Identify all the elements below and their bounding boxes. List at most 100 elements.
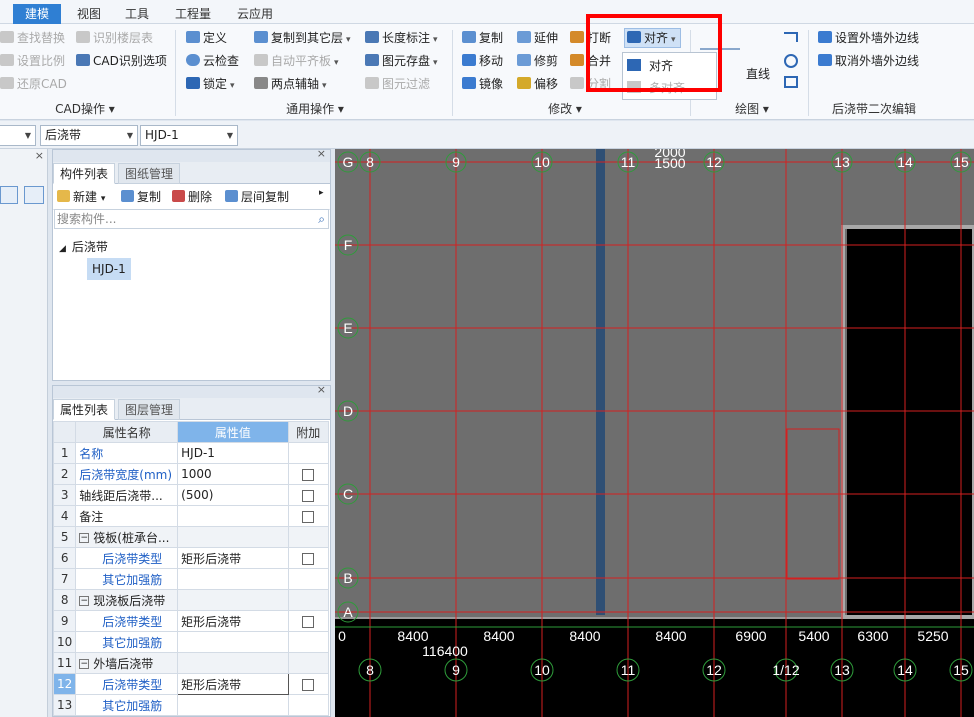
tab-quantity[interactable]: 工程量 (172, 4, 214, 24)
define-button[interactable]: 定义 (186, 28, 227, 48)
polyline-icon[interactable] (784, 32, 798, 42)
property-value[interactable]: HJD-1 (177, 442, 289, 464)
two-point-aux-axis-button[interactable]: 两点辅轴 ▾ (254, 74, 327, 94)
component-type-select[interactable]: 后浇带 ▼ (40, 125, 138, 146)
property-extra (287, 694, 330, 716)
tab-modeling[interactable]: 建模 (13, 4, 61, 24)
property-value[interactable] (177, 505, 289, 527)
tab-cloud[interactable]: 云应用 (234, 4, 276, 24)
axis-label: 11 (621, 662, 636, 678)
table-row[interactable]: 12 后浇带类型 矩形后浇带 (53, 673, 330, 695)
copy-component-button[interactable]: 复制 (121, 188, 161, 205)
scale-icon (0, 54, 14, 66)
row-number: 12 (53, 673, 77, 695)
drawing-canvas[interactable]: G F E D C B A 8 9 10 11 12 13 14 15 2000 1500 0 8400 8400 84… (335, 149, 974, 717)
table-row[interactable]: 9 后浇带类型 矩形后浇带 (53, 610, 330, 632)
table-row[interactable]: 7 其它加强筋 (53, 568, 330, 590)
find-replace-button[interactable]: 查找替换 (0, 28, 65, 48)
property-extra (287, 442, 330, 464)
property-value[interactable] (177, 631, 289, 653)
element-save-button[interactable]: 图元存盘 ▾ (365, 51, 438, 71)
close-icon[interactable]: × (35, 149, 44, 162)
tab-layer-management[interactable]: 图层管理 (118, 399, 181, 420)
floor-select[interactable]: ▼ (0, 125, 36, 146)
table-row[interactable]: 10 其它加强筋 (53, 631, 330, 653)
cad-drawing[interactable]: GFEDCBA8 9 10 11 12 13 14 15200015000 8400 8400 84… (335, 149, 974, 717)
axis-label: 10 (534, 154, 550, 170)
close-icon[interactable]: × (317, 386, 326, 396)
axis-label: A (343, 604, 353, 620)
auto-flush-slab-button[interactable]: 自动平齐板 ▾ (254, 51, 339, 71)
attach-checkbox[interactable] (302, 552, 315, 565)
collapse-icon[interactable]: − (79, 659, 90, 669)
table-row[interactable]: 1 名称 HJD-1 (53, 442, 330, 464)
table-row[interactable]: 2 后浇带宽度(mm) 1000 (53, 463, 330, 485)
tab-drawing-management[interactable]: 图纸管理 (118, 163, 181, 184)
axis-label: 12 (706, 662, 722, 678)
attach-checkbox[interactable] (302, 615, 315, 628)
attach-checkbox[interactable] (302, 489, 315, 502)
property-extra (287, 547, 330, 569)
collapse-icon[interactable]: − (79, 596, 90, 606)
table-row[interactable]: 6 后浇带类型 矩形后浇带 (53, 547, 330, 569)
collapse-icon[interactable]: − (79, 533, 90, 543)
trim-button[interactable]: 修剪 (517, 51, 558, 71)
copy-to-other-floor-button[interactable]: 复制到其它层 ▾ (254, 28, 351, 48)
mirror-button[interactable]: 镜像 (462, 74, 503, 94)
identify-floor-table-button[interactable]: 识别楼层表 (76, 28, 153, 48)
property-value[interactable] (177, 568, 289, 590)
restore-cad-button[interactable]: 还原CAD (0, 74, 67, 94)
copy-button[interactable]: 复制 (462, 28, 503, 48)
table-row[interactable]: 13 其它加强筋 (53, 694, 330, 716)
rectangle-icon[interactable] (784, 76, 798, 88)
property-value[interactable] (177, 652, 289, 674)
property-value[interactable] (177, 589, 289, 611)
tree-node-hjd1[interactable]: HJD-1 (87, 258, 131, 280)
table-row[interactable]: 8− 现浇板后浇带 (53, 589, 330, 611)
line-button[interactable]: 直线 (746, 64, 770, 84)
cad-identify-options-button[interactable]: CAD识别选项 (76, 51, 167, 71)
cancel-outer-wall-edge-button[interactable]: 取消外墙外边线 (818, 51, 919, 71)
table-row[interactable]: 4 备注 (53, 505, 330, 527)
list-view-icon[interactable] (0, 186, 18, 204)
length-dimension-button[interactable]: 长度标注 ▾ (365, 28, 438, 48)
property-list-panel: × 属性列表 图层管理 属性名称 属性值 附加 1 名称 HJD-1 2 后浇带宽度(m… (52, 385, 331, 717)
more-chevron-icon[interactable]: ▸ (319, 188, 324, 198)
set-outer-wall-edge-button[interactable]: 设置外墙外边线 (818, 28, 919, 48)
delete-component-button[interactable]: 删除 (172, 188, 212, 205)
property-grid: 属性名称 属性值 附加 1 名称 HJD-1 2 后浇带宽度(mm) 1000 3 轴线距后浇… (53, 421, 330, 716)
tab-view[interactable]: 视图 (74, 4, 104, 24)
tab-tools[interactable]: 工具 (122, 4, 152, 24)
property-value[interactable] (177, 526, 289, 548)
row-number: 5 (53, 526, 77, 548)
set-scale-button[interactable]: 设置比例 (0, 51, 65, 71)
search-input[interactable]: 搜索构件... ⌕ (54, 209, 329, 229)
component-select[interactable]: HJD-1 ▼ (140, 125, 238, 146)
offset-button[interactable]: 偏移 (517, 74, 558, 94)
tab-property-list[interactable]: 属性列表 (53, 399, 116, 420)
property-value[interactable] (177, 694, 289, 716)
property-value[interactable]: 矩形后浇带 (177, 673, 289, 695)
property-value[interactable]: 矩形后浇带 (177, 610, 289, 632)
table-row[interactable]: 11− 外墙后浇带 (53, 652, 330, 674)
cloud-check-button[interactable]: 云检查 (186, 51, 239, 71)
inter-floor-copy-button[interactable]: 层间复制 (225, 188, 289, 205)
move-button[interactable]: 移动 (462, 51, 503, 71)
circle-icon[interactable] (784, 54, 798, 68)
tree-node-post-pour-band[interactable]: ◢ 后浇带 (59, 236, 131, 258)
property-value[interactable]: 1000 (177, 463, 289, 485)
lock-button[interactable]: 锁定 ▾ (186, 74, 235, 94)
attach-checkbox[interactable] (302, 468, 315, 481)
element-filter-button[interactable]: 图元过滤 (365, 74, 430, 94)
attach-checkbox[interactable] (302, 510, 315, 523)
property-value[interactable]: 矩形后浇带 (177, 547, 289, 569)
table-row[interactable]: 3 轴线距后浇带... (500) (53, 484, 330, 506)
tab-component-list[interactable]: 构件列表 (53, 163, 116, 184)
detail-view-icon[interactable] (24, 186, 44, 204)
property-value[interactable]: (500) (177, 484, 289, 506)
new-button[interactable]: 新建 ▾ (57, 188, 105, 205)
extend-button[interactable]: 延伸 (517, 28, 558, 48)
close-icon[interactable]: × (317, 147, 326, 160)
table-row[interactable]: 5− 筏板(桩承台... (53, 526, 330, 548)
attach-checkbox[interactable] (302, 678, 315, 691)
